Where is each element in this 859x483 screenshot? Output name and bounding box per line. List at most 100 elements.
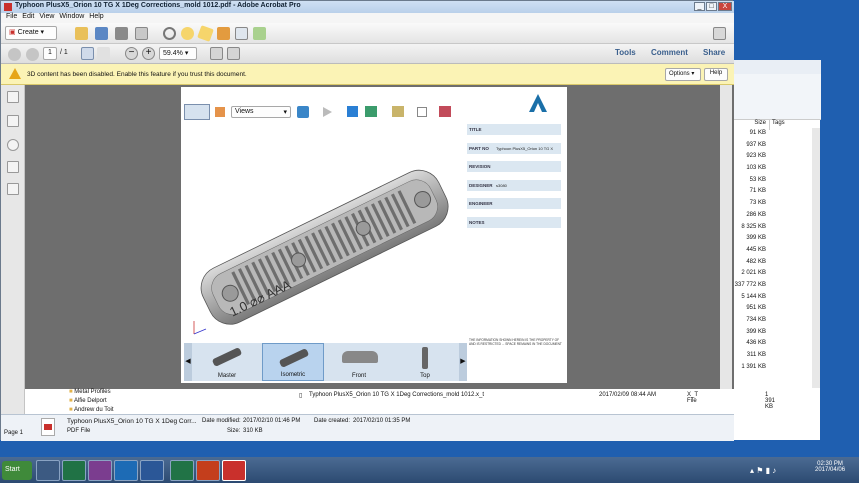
size-cell: 2 021 KB	[741, 270, 766, 277]
save-icon[interactable]	[95, 27, 108, 40]
3d-model-view[interactable]: 1.0 ⌀⌀ AAA	[186, 139, 466, 339]
onenote-task-icon[interactable]	[88, 460, 112, 481]
details-pane: Page 1 Typhoon PlusX5_Orion 10 TG X 1Deg…	[1, 414, 734, 441]
thumb-label: Isometric	[280, 372, 306, 378]
outlook-task-icon[interactable]	[114, 460, 138, 481]
view-thumb-front[interactable]: Front	[328, 343, 390, 381]
thumb-image	[422, 347, 428, 369]
create-button[interactable]: ▣ Create ▾	[5, 26, 57, 40]
sign-icon[interactable]	[253, 27, 266, 40]
render-mode-icon[interactable]	[365, 106, 377, 117]
fit-page-icon[interactable]	[210, 47, 223, 60]
zoom-in-icon[interactable]: +	[142, 47, 155, 60]
main-toolbar: ▣ Create ▾	[1, 23, 734, 44]
thumb-image	[342, 351, 378, 363]
background-color-icon[interactable]	[417, 107, 427, 117]
size-cell: 482 KB	[746, 258, 766, 265]
zoom-out-icon[interactable]: −	[125, 47, 138, 60]
tray-icons[interactable]: ▴ ⚑ ▮ ♪	[750, 466, 810, 476]
cube-icon[interactable]	[347, 106, 358, 117]
comment-tab[interactable]: Comment	[651, 48, 688, 57]
play-icon[interactable]	[323, 107, 332, 117]
size-cell: 8 325 KB	[741, 223, 766, 230]
attachment-icon[interactable]	[7, 139, 19, 151]
acrobat-app-icon	[4, 3, 12, 11]
lighting-icon[interactable]	[392, 106, 404, 117]
axis-indicator	[193, 328, 207, 335]
comment-icon[interactable]	[181, 27, 194, 40]
menu-view[interactable]: View	[39, 13, 54, 20]
project-task-icon[interactable]	[170, 460, 194, 481]
col-tags-header[interactable]: Tags	[769, 120, 809, 130]
clock[interactable]: 02:30 PM 2017/04/06	[815, 461, 845, 473]
chevron-down-icon: ▾	[40, 29, 45, 36]
menu-help[interactable]: Help	[89, 13, 103, 20]
menu-window[interactable]: Window	[59, 13, 84, 20]
open-folder-icon[interactable]	[75, 27, 88, 40]
start-button[interactable]: Start	[2, 461, 32, 480]
explorer-scrollbar[interactable]	[812, 128, 820, 388]
doc-scrollbar[interactable]	[720, 85, 732, 390]
menu-file[interactable]: File	[6, 13, 17, 20]
col-size-header[interactable]: Size	[734, 120, 768, 130]
explorer-search-bar[interactable]	[734, 60, 821, 74]
file-row[interactable]: ▯ Typhoon PlusX5_Orion 10 TG X 1Deg Corr…	[299, 392, 775, 410]
model-tree-icon[interactable]	[297, 106, 309, 118]
tools-tab[interactable]: Tools	[615, 48, 636, 57]
prop-value: s3080	[496, 182, 507, 188]
size-cell: 1 391 KB	[741, 363, 766, 370]
view-thumb-top[interactable]: Top	[394, 343, 456, 381]
share-tab[interactable]: Share	[703, 48, 725, 57]
size-cell: 923 KB	[746, 153, 766, 160]
folder-label: Alfie Delport	[73, 398, 107, 404]
page-input[interactable]: 1	[43, 47, 57, 60]
word-task-icon[interactable]	[140, 460, 164, 481]
folder-item[interactable]: ■ Andrew du Toit	[69, 407, 114, 413]
powerpoint-task-icon[interactable]	[196, 460, 220, 481]
carousel-prev-icon[interactable]: ◀	[184, 343, 192, 381]
email-icon[interactable]	[135, 27, 148, 40]
explorer-task-icon[interactable]	[36, 460, 60, 481]
folder-item[interactable]: ■ Metal Profiles	[69, 389, 111, 395]
pages-panel-icon[interactable]	[7, 91, 19, 103]
created-label: Date created:	[314, 418, 351, 424]
folder-icon: ■	[69, 389, 73, 395]
expand-icon[interactable]	[713, 27, 726, 40]
details-name: Typhoon PlusX5_Orion 10 TG X 1Deg Corr..…	[67, 418, 197, 425]
cross-section-icon[interactable]	[439, 106, 451, 117]
maximize-button[interactable]: □	[706, 2, 717, 11]
folder-item[interactable]: ■ Alfie Delport	[69, 398, 107, 404]
gear-icon[interactable]	[163, 27, 176, 40]
bookmark-icon[interactable]	[7, 115, 19, 127]
zoom-select[interactable]: 59.4% ▾	[159, 47, 197, 60]
excel-task-icon[interactable]	[62, 460, 86, 481]
next-page-icon[interactable]	[26, 48, 39, 61]
menu-edit[interactable]: Edit	[22, 13, 34, 20]
view-thumb-master[interactable]: Master	[196, 343, 258, 381]
layers-icon[interactable]	[7, 183, 19, 195]
view-thumb-isometric[interactable]: Isometric	[262, 343, 324, 381]
help-button[interactable]: Help	[704, 68, 728, 81]
chevron-down-icon: ▾	[184, 50, 189, 57]
prev-page-icon[interactable]	[8, 48, 21, 61]
acrobat-task-icon[interactable]	[222, 460, 246, 481]
hand-tool-icon[interactable]	[97, 47, 110, 60]
minimize-button[interactable]: _	[694, 2, 705, 11]
prop-value: Typhoon PlusX5_Orion 10 TG X	[496, 145, 554, 151]
options-button[interactable]: Options ▾	[665, 68, 701, 81]
signature-icon[interactable]	[7, 161, 19, 173]
rotate-tool-icon[interactable]	[184, 104, 210, 120]
close-button[interactable]: X	[718, 2, 732, 11]
full-screen-icon[interactable]	[227, 47, 240, 60]
file-type: X_T File	[687, 392, 698, 404]
highlight-icon[interactable]	[197, 25, 214, 42]
size-cell: 5 144 KB	[741, 293, 766, 300]
print-icon[interactable]	[115, 27, 128, 40]
select-cursor-icon[interactable]	[81, 47, 94, 60]
share-file-icon[interactable]	[217, 27, 230, 40]
home-view-icon[interactable]	[215, 107, 225, 117]
form-icon[interactable]	[235, 27, 248, 40]
warning-text: 3D content has been disabled. Enable thi…	[27, 71, 247, 78]
views-select[interactable]: Views ▾	[231, 106, 291, 118]
carousel-next-icon[interactable]: ▶	[459, 343, 467, 381]
